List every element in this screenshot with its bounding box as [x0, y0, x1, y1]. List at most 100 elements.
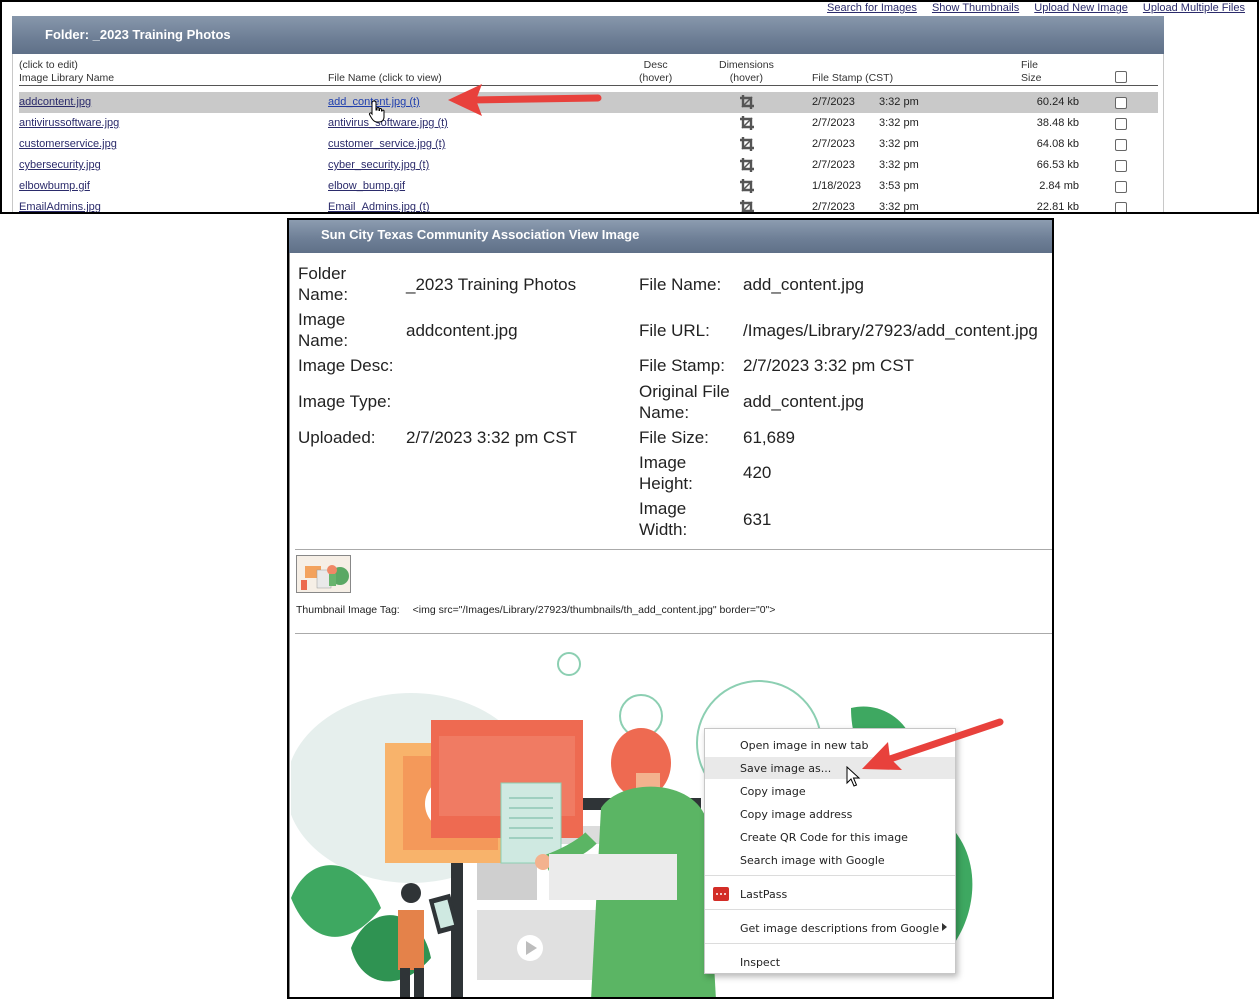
thumbnail-tag-value: <img src="/Images/Library/27923/thumbnai…	[412, 604, 776, 616]
table-row: EmailAdmins.jpg Email_Admins.jpg (t) 2/7/2…	[19, 197, 1158, 214]
menu-open-new-tab[interactable]: Open image in new tab	[705, 734, 955, 756]
file-name-link[interactable]: customer_service.jpg (t)	[328, 138, 445, 150]
table-row: cybersecurity.jpg cyber_security.jpg (t) 2…	[19, 155, 1158, 176]
image-library-name-link[interactable]: elbowbump.gif	[19, 180, 90, 192]
row-checkbox[interactable]	[1115, 160, 1127, 172]
file-size-label: File Size:	[639, 428, 709, 447]
file-stamp-time: 3:32 pm	[879, 117, 919, 129]
file-size: 2.84 mb	[1039, 180, 1079, 192]
file-stamp-label: File Stamp:	[639, 356, 725, 375]
file-name-link[interactable]: Email_Admins.jpg (t)	[328, 201, 429, 212]
file-stamp-date: 2/7/2023	[812, 117, 855, 129]
file-stamp-time: 3:32 pm	[879, 96, 919, 108]
file-size-value: 61,689	[743, 428, 795, 447]
file-stamp-time: 3:32 pm	[879, 201, 919, 213]
size-column-header: File Size	[1021, 59, 1041, 85]
file-stamp-time: 3:32 pm	[879, 159, 919, 171]
image-name-label: Image Name:	[298, 310, 349, 350]
menu-search-image-google[interactable]: Search image with Google	[705, 849, 955, 871]
thumbnail-image[interactable]	[296, 555, 351, 593]
desc-column-title: Desc	[643, 59, 668, 71]
table-row: addcontent.jpg add_content.jpg (t) 2/7/202…	[19, 92, 1158, 113]
file-name-link[interactable]: cyber_security.jpg (t)	[328, 159, 429, 171]
file-stamp-date: 2/7/2023	[812, 138, 855, 150]
image-height-label: Image Height:	[639, 453, 693, 493]
top-links: Search for Images Show Thumbnails Upload…	[815, 2, 1245, 14]
menu-save-image-as[interactable]: Save image as...	[705, 757, 955, 779]
menu-image-descriptions-label: Get image descriptions from Google	[740, 922, 940, 935]
file-name-value: add_content.jpg	[743, 275, 864, 294]
name-column-header: (click to edit) Image Library Name	[19, 59, 114, 85]
uploaded-value: 2/7/2023 3:32 pm CST	[406, 428, 578, 447]
row-checkbox[interactable]	[1115, 181, 1127, 193]
stamp-column-header: File Stamp (CST)	[812, 72, 894, 84]
menu-image-descriptions[interactable]: Get image descriptions from Google	[705, 917, 955, 939]
select-all-checkbox[interactable]	[1115, 71, 1127, 83]
image-library-name-link[interactable]: customerservice.jpg	[19, 138, 117, 150]
file-stamp-date: 2/7/2023	[812, 201, 855, 213]
size-column-title-2: Size	[1021, 72, 1042, 84]
row-checkbox[interactable]	[1115, 97, 1127, 109]
menu-lastpass[interactable]: LastPass	[705, 883, 955, 905]
folder-header: Folder: _2023 Training Photos	[12, 16, 1164, 54]
file-url-value: /Images/Library/27923/add_content.jpg	[743, 321, 1038, 340]
crop-icon[interactable]	[739, 94, 755, 110]
file-stamp-time: 3:53 pm	[879, 180, 919, 192]
table-row: customerservice.jpg customer_service.jpg …	[19, 134, 1158, 155]
folder-name-value: _2023 Training Photos	[406, 275, 577, 294]
dimensions-column-header: Dimensions (hover)	[719, 59, 774, 85]
file-name-link[interactable]: antivirus_software.jpg (t)	[328, 117, 448, 129]
desc-column-hint: (hover)	[639, 72, 673, 84]
image-library-name-link[interactable]: EmailAdmins.jpg	[19, 201, 101, 212]
search-images-link[interactable]: Search for Images	[827, 2, 917, 14]
file-name-label: File Name:	[639, 275, 722, 294]
menu-inspect[interactable]: Inspect	[705, 951, 955, 973]
size-column-title: File	[1021, 59, 1038, 71]
show-thumbnails-link[interactable]: Show Thumbnails	[932, 2, 1019, 14]
menu-copy-image-address[interactable]: Copy image address	[705, 803, 955, 825]
row-checkbox[interactable]	[1115, 139, 1127, 151]
upload-multiple-files-link[interactable]: Upload Multiple Files	[1143, 2, 1245, 14]
thumbnail-tag-label: Thumbnail Image Tag:	[296, 604, 400, 616]
row-checkbox[interactable]	[1115, 118, 1127, 130]
file-stamp-date: 2/7/2023	[812, 159, 855, 171]
file-size: 38.48 kb	[1036, 117, 1079, 129]
file-name-link[interactable]: elbow_bump.gif	[328, 180, 405, 192]
file-column-header: File Name (click to view)	[328, 72, 442, 84]
table-row: antivirussoftware.jpg antivirus_software.…	[19, 113, 1158, 134]
lastpass-icon	[713, 887, 729, 901]
chevron-right-icon	[942, 923, 947, 931]
menu-copy-image[interactable]: Copy image	[705, 780, 955, 802]
file-name-link[interactable]: add_content.jpg (t)	[328, 96, 420, 108]
image-width-label: Image Width:	[639, 499, 688, 539]
image-library-name-link[interactable]: addcontent.jpg	[19, 96, 91, 108]
desc-column-header: Desc (hover)	[639, 59, 672, 85]
menu-separator	[705, 909, 955, 910]
crop-icon[interactable]	[739, 136, 755, 152]
crop-icon[interactable]	[739, 157, 755, 173]
file-stamp-value: 2/7/2023 3:32 pm CST	[743, 356, 915, 375]
thumbnail-tag: Thumbnail Image Tag: <img src="/Images/L…	[296, 604, 775, 616]
upload-new-image-link[interactable]: Upload New Image	[1034, 2, 1128, 14]
menu-separator	[705, 943, 955, 944]
dimensions-column-title: Dimensions	[719, 59, 774, 71]
menu-create-qr-code[interactable]: Create QR Code for this image	[705, 826, 955, 848]
image-height-value: 420	[743, 463, 772, 482]
file-size: 22.81 kb	[1036, 201, 1079, 213]
dimensions-column-hint: (hover)	[729, 72, 764, 84]
original-file-name-value: add_content.jpg	[743, 392, 864, 411]
file-size: 66.53 kb	[1036, 159, 1079, 171]
crop-icon[interactable]	[739, 178, 755, 194]
image-library-name-link[interactable]: cybersecurity.jpg	[19, 159, 101, 171]
crop-icon[interactable]	[739, 115, 755, 131]
row-checkbox[interactable]	[1115, 202, 1127, 212]
uploaded-label: Uploaded:	[298, 428, 376, 447]
crop-icon[interactable]	[739, 199, 755, 214]
name-column-hint: (click to edit)	[19, 59, 78, 71]
file-stamp-date: 2/7/2023	[812, 96, 855, 108]
view-image-header: Sun City Texas Community Association Vie…	[289, 220, 1052, 253]
image-library-name-link[interactable]: antivirussoftware.jpg	[19, 117, 119, 129]
name-column-title: Image Library Name	[19, 72, 115, 84]
table-row: elbowbump.gif elbow_bump.gif 1/18/2023 3:53…	[19, 176, 1158, 197]
header-divider	[19, 85, 1158, 86]
